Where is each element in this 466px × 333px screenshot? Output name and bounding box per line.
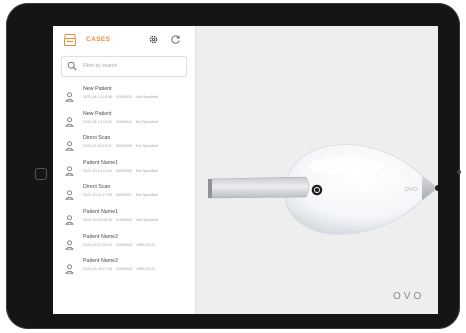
patient-datetime: 2022-04-13 15:22 <box>83 119 113 124</box>
patient-datetime: 2022-10-11 17:05 <box>83 193 112 198</box>
patient-dob: Not Specified <box>135 168 158 173</box>
patient-id: ID000020 <box>116 95 133 99</box>
tablet-frame: CASES New P <box>6 3 461 329</box>
patient-dob: Not Specified <box>135 193 158 198</box>
search-input[interactable] <box>83 60 181 72</box>
gear-icon[interactable] <box>148 34 159 45</box>
list-item[interactable]: New Patient 2022-04-13 15:22 ID000011 Not … <box>53 109 195 134</box>
search-icon <box>67 61 77 71</box>
scanner-viewport[interactable]: OVO OVO <box>196 26 438 314</box>
cases-sidebar: CASES New P <box>53 26 196 314</box>
patient-id: ID000003 <box>116 217 133 222</box>
patient-meta: 2022-04-13 15:22 ID000011 Not Specified <box>83 120 162 124</box>
wand-end <box>208 179 212 198</box>
person-icon <box>65 215 74 225</box>
patient-id: ID000004 <box>116 242 133 247</box>
patient-id: ID000011 <box>116 119 132 124</box>
list-item[interactable]: Patient Name1 2022-10-04 09:39 ID000003 No… <box>53 207 195 232</box>
device-highlight <box>308 157 384 175</box>
patient-dob: 1986-02-22 <box>136 242 156 247</box>
search-box[interactable] <box>61 56 187 77</box>
refresh-icon[interactable] <box>170 34 181 45</box>
patient-name: New Patient <box>83 86 112 92</box>
patient-id: ID000005 <box>115 168 132 173</box>
patient-id: ID000008 <box>115 144 132 149</box>
person-icon <box>65 92 74 102</box>
device-tip <box>422 176 437 200</box>
person-icon <box>65 166 74 176</box>
person-icon <box>65 190 74 201</box>
list-item[interactable]: Patient Name2 2022-09-27 09:41 ID000004 19… <box>53 232 195 257</box>
app-screen: CASES New P <box>53 26 438 314</box>
patient-name: Patient Name1 <box>83 208 119 215</box>
patient-id: ID000004 <box>116 267 133 272</box>
list-item[interactable]: Patient Name2 2022-09-26 17:29 ID000004 19… <box>53 256 195 281</box>
home-button[interactable] <box>35 168 47 180</box>
patient-dob: Not Specified <box>136 95 159 99</box>
patient-name: Patient Name1 <box>83 159 119 166</box>
patient-list: New Patient 2022-04-13 15:39 ID000020 Not … <box>53 84 195 281</box>
sidebar-header: CASES <box>53 26 195 54</box>
power-button-icon <box>311 184 323 196</box>
patient-name: Patient Name2 <box>83 233 119 240</box>
patient-datetime: 2022-04-13 15:39 <box>83 95 113 99</box>
patient-dob: 1986-02-22 <box>136 267 156 272</box>
cases-title: CASES <box>86 36 111 43</box>
patient-meta: 2022-04-13 15:39 ID000020 Not Specified <box>83 95 162 99</box>
patient-datetime: 2022-09-27 09:41 <box>83 242 113 247</box>
patient-meta: 2022-09-26 17:29 ID000004 1986-02-22 <box>83 267 159 271</box>
brand-logo: OVO <box>393 291 425 302</box>
list-item[interactable]: New Patient 2022-04-13 15:39 ID000020 Not … <box>53 84 195 109</box>
list-item[interactable]: Direct Scan 2022-10-11 17:05 ID000007 Not … <box>53 182 195 207</box>
cases-icon[interactable] <box>63 33 77 47</box>
patient-name: Patient Name2 <box>83 258 119 265</box>
patient-meta: 2022-11-08 15:37 ID000008 Not Specified <box>83 144 162 148</box>
patient-name: Direct Scan <box>83 135 111 142</box>
patient-datetime: 2022-11-08 15:37 <box>83 144 112 149</box>
person-icon <box>65 116 74 127</box>
patient-id: ID000007 <box>115 193 132 198</box>
patient-meta: 2022-09-27 09:41 ID000004 1986-02-22 <box>83 243 159 247</box>
patient-dob: Not Specified <box>135 119 158 124</box>
patient-meta: 2022-10-04 09:39 ID000003 Not Specified <box>83 218 162 222</box>
patient-datetime: 2022-10-04 09:39 <box>83 217 113 222</box>
device-wand <box>208 176 310 199</box>
patient-datetime: 2022-10-14 11:02 <box>83 168 112 173</box>
list-item[interactable]: Patient Name1 2022-10-14 11:02 ID000005 No… <box>53 158 195 183</box>
person-icon <box>65 141 74 151</box>
device-label: OVO <box>405 187 417 193</box>
camera-dot <box>457 170 461 174</box>
patient-dob: Not Specified <box>136 217 159 222</box>
person-icon <box>65 264 74 274</box>
scanner-device-illustration: OVO <box>208 144 438 235</box>
patient-name: New Patient <box>83 110 112 117</box>
patient-meta: 2022-10-11 17:05 ID000007 Not Specified <box>83 193 162 197</box>
person-icon <box>65 239 74 250</box>
patient-meta: 2022-10-14 11:02 ID000005 Not Specified <box>83 169 162 173</box>
list-item[interactable]: Direct Scan 2022-11-08 15:37 ID000008 Not … <box>53 133 195 158</box>
patient-datetime: 2022-09-26 17:29 <box>83 267 113 272</box>
patient-dob: Not Specified <box>135 144 158 149</box>
patient-name: Direct Scan <box>83 184 111 191</box>
